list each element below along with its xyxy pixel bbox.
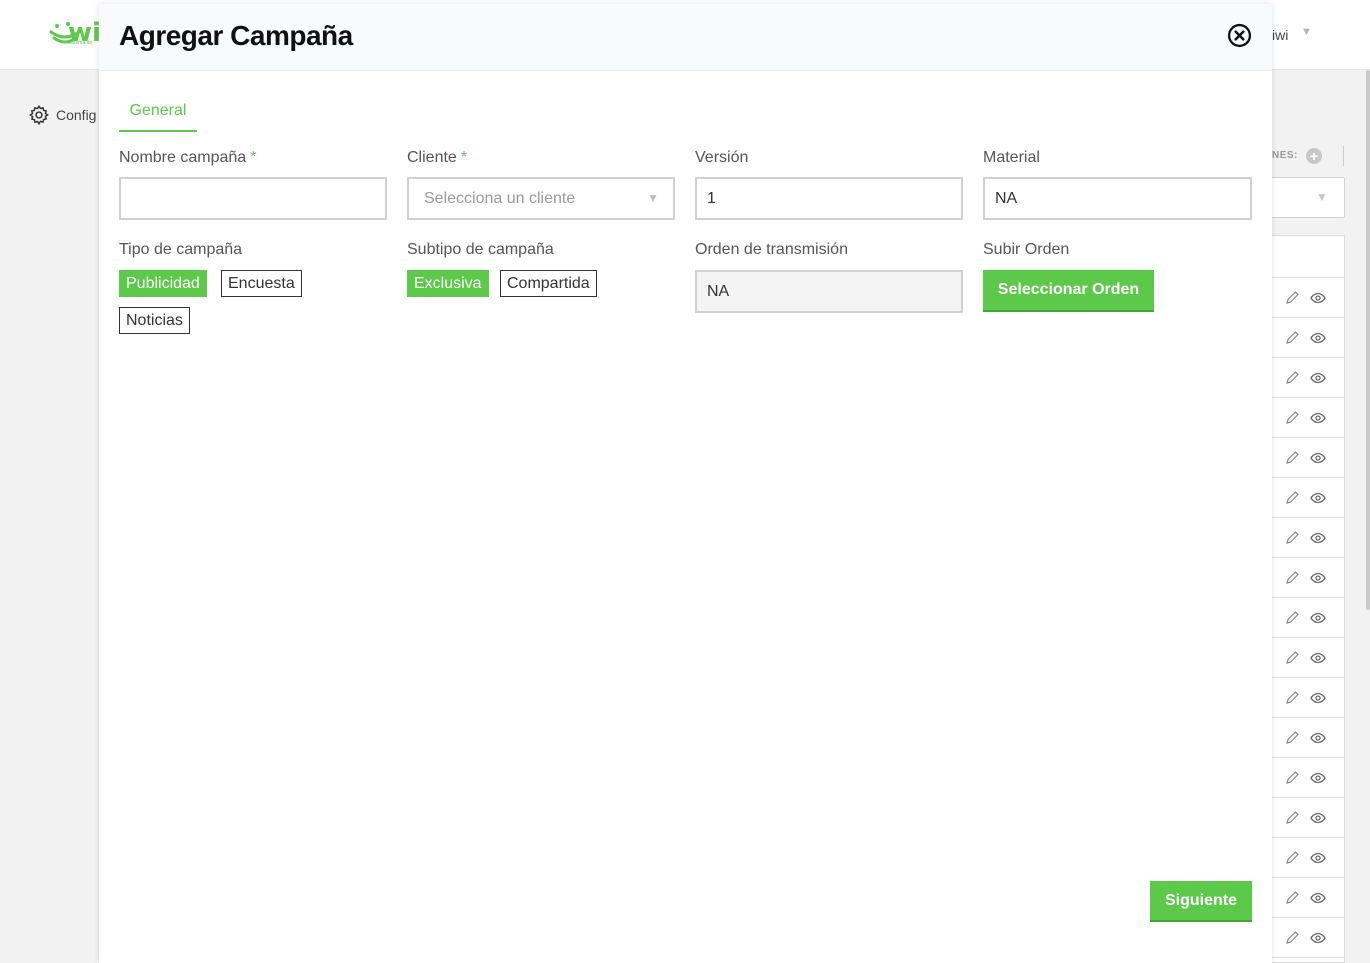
- eye-icon[interactable]: [1310, 290, 1326, 306]
- pencil-icon[interactable]: [1284, 770, 1300, 786]
- table-row: [1263, 598, 1344, 638]
- table-row: [1263, 318, 1344, 358]
- user-menu[interactable]: iwi: [1272, 27, 1288, 43]
- eye-icon[interactable]: [1310, 730, 1326, 746]
- caret-down-icon: ▼: [647, 191, 659, 205]
- filter-select[interactable]: [1262, 177, 1345, 218]
- pencil-icon[interactable]: [1284, 850, 1300, 866]
- table-row: [1263, 518, 1344, 558]
- pencil-icon[interactable]: [1284, 890, 1300, 906]
- cliente-select[interactable]: Selecciona un cliente ▼: [407, 177, 675, 220]
- gear-icon: [28, 104, 49, 126]
- eye-icon[interactable]: [1310, 690, 1326, 706]
- pencil-icon[interactable]: [1284, 410, 1300, 426]
- eye-icon[interactable]: [1310, 570, 1326, 586]
- nav-config[interactable]: Config: [28, 104, 96, 126]
- table-row: [1263, 398, 1344, 438]
- table-row: [1263, 678, 1344, 718]
- next-button[interactable]: Siguiente: [1150, 881, 1252, 920]
- eye-icon[interactable]: [1310, 330, 1326, 346]
- close-icon[interactable]: [1227, 23, 1252, 48]
- filter-label: NES:: [1272, 150, 1298, 161]
- version-input[interactable]: [695, 177, 963, 220]
- divider: [1343, 146, 1344, 166]
- pencil-icon[interactable]: [1284, 810, 1300, 826]
- eye-icon[interactable]: [1310, 930, 1326, 946]
- table-row: [1263, 918, 1344, 958]
- table-row: [1263, 558, 1344, 598]
- table-row: [1263, 718, 1344, 758]
- pencil-icon[interactable]: [1284, 530, 1300, 546]
- table-row: [1263, 798, 1344, 838]
- eye-icon[interactable]: [1310, 850, 1326, 866]
- chip-exclusiva[interactable]: Exclusiva: [407, 270, 489, 297]
- table-row: [1263, 758, 1344, 798]
- pencil-icon[interactable]: [1284, 490, 1300, 506]
- material-input[interactable]: [983, 177, 1252, 220]
- eye-icon[interactable]: [1310, 450, 1326, 466]
- subtipo-label: Subtipo de campaña: [407, 241, 554, 258]
- eye-icon[interactable]: [1310, 610, 1326, 626]
- table-row: [1263, 878, 1344, 918]
- required-mark: *: [250, 149, 257, 166]
- pencil-icon[interactable]: [1284, 930, 1300, 946]
- add-campaign-modal: Agregar Campaña General Nombre campaña * …: [99, 4, 1272, 963]
- campaign-table: [1262, 235, 1345, 963]
- pencil-icon[interactable]: [1284, 730, 1300, 746]
- chip-noticias[interactable]: Noticias: [119, 307, 190, 334]
- material-label: Material: [983, 149, 1040, 166]
- scrollbar[interactable]: [1366, 70, 1370, 610]
- pencil-icon[interactable]: [1284, 650, 1300, 666]
- modal-header: Agregar Campaña: [99, 4, 1272, 71]
- tab-general[interactable]: General: [119, 102, 197, 132]
- nombre-input[interactable]: [119, 177, 387, 220]
- pencil-icon[interactable]: [1284, 290, 1300, 306]
- chip-encuesta[interactable]: Encuesta: [221, 270, 302, 297]
- add-icon[interactable]: +: [1306, 148, 1322, 164]
- caret-down-icon: ▼: [1316, 190, 1328, 204]
- required-mark: *: [460, 149, 468, 166]
- select-order-button[interactable]: Seleccionar Orden: [983, 270, 1154, 310]
- table-row: [1263, 638, 1344, 678]
- table-header: [1263, 236, 1344, 278]
- eye-icon[interactable]: [1310, 770, 1326, 786]
- pencil-icon[interactable]: [1284, 450, 1300, 466]
- table-row: [1263, 838, 1344, 878]
- pencil-icon[interactable]: [1284, 570, 1300, 586]
- eye-icon[interactable]: [1310, 410, 1326, 426]
- eye-icon[interactable]: [1310, 650, 1326, 666]
- eye-icon[interactable]: [1310, 370, 1326, 386]
- eye-icon[interactable]: [1310, 530, 1326, 546]
- eye-icon[interactable]: [1310, 490, 1326, 506]
- version-label: Versión: [695, 149, 749, 166]
- cliente-label: Cliente *: [407, 149, 468, 166]
- table-row: [1263, 438, 1344, 478]
- caret-down-icon[interactable]: ▼: [1301, 26, 1312, 38]
- eye-icon[interactable]: [1310, 890, 1326, 906]
- subir-label: Subir Orden: [983, 241, 1070, 258]
- pencil-icon[interactable]: [1284, 370, 1300, 386]
- pencil-icon[interactable]: [1284, 610, 1300, 626]
- orden-label: Orden de transmisión: [695, 241, 848, 258]
- cliente-placeholder: Selecciona un cliente: [424, 189, 576, 207]
- logo-subtitle: sistema de: [68, 40, 93, 46]
- nav-config-label: Config: [56, 107, 97, 123]
- pencil-icon[interactable]: [1284, 330, 1300, 346]
- modal-title: Agregar Campaña: [119, 20, 353, 51]
- nombre-label: Nombre campaña *: [119, 149, 257, 166]
- chip-compartida[interactable]: Compartida: [500, 270, 597, 297]
- tipo-label: Tipo de campaña: [119, 241, 243, 258]
- orden-input[interactable]: [695, 270, 963, 313]
- chip-publicidad[interactable]: Publicidad: [119, 270, 207, 297]
- table-row: [1263, 278, 1344, 318]
- pencil-icon[interactable]: [1284, 690, 1300, 706]
- table-row: [1263, 358, 1344, 398]
- eye-icon[interactable]: [1310, 810, 1326, 826]
- table-row: [1263, 478, 1344, 518]
